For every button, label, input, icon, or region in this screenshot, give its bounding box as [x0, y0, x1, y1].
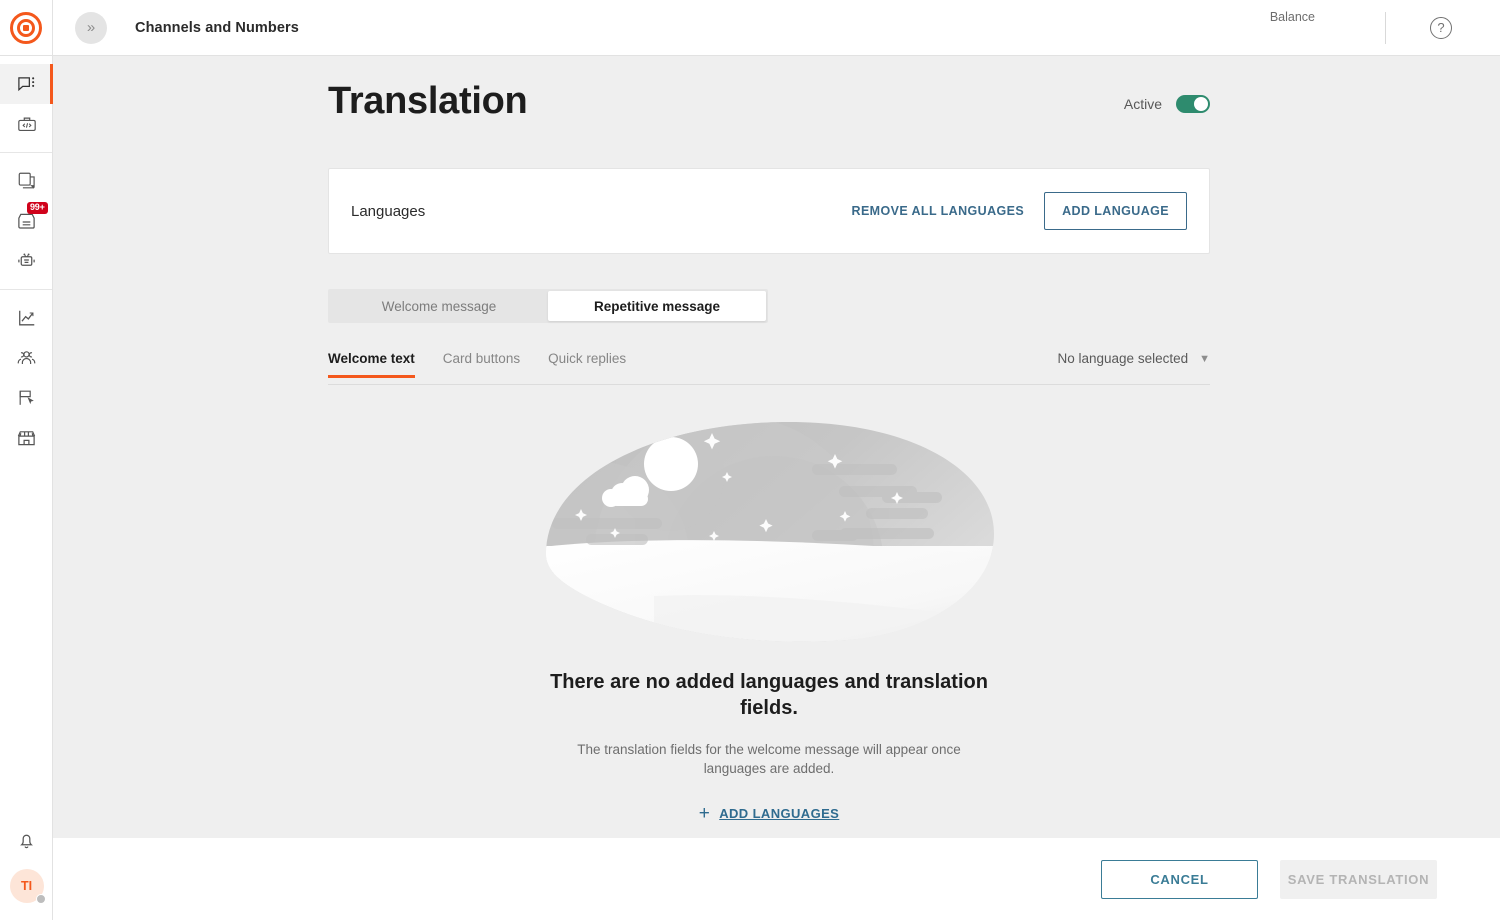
- segment-welcome-message[interactable]: Welcome message: [330, 291, 548, 321]
- main-content: Translation Active Languages REMOVE ALL …: [53, 56, 1500, 838]
- cancel-button[interactable]: CANCEL: [1101, 860, 1258, 899]
- inbox-tray-icon: [16, 211, 37, 231]
- message-type-segmented-control: Welcome message Repetitive message: [328, 289, 768, 323]
- sidebar: 99+: [0, 56, 53, 920]
- tab-card-buttons[interactable]: Card buttons: [429, 351, 534, 377]
- avatar[interactable]: TI: [0, 860, 53, 912]
- notification-bell-icon[interactable]: [0, 820, 53, 860]
- sidebar-group-1: [0, 56, 52, 152]
- add-languages-label: ADD LANGUAGES: [719, 806, 839, 821]
- sidebar-item-analytics[interactable]: [0, 298, 53, 338]
- sidebar-bottom: TI: [0, 820, 53, 912]
- top-bar-right: Balance ?: [1270, 0, 1500, 55]
- content-tabs: Welcome text Card buttons Quick replies …: [328, 351, 1210, 385]
- presence-dot: [36, 894, 46, 904]
- code-briefcase-icon: [17, 115, 37, 134]
- active-toggle[interactable]: [1176, 95, 1210, 113]
- languages-card-title: Languages: [351, 203, 425, 220]
- night-sky-moon-stars-illustration: [534, 406, 1004, 646]
- footer-bar: CANCEL SAVE TRANSLATION: [53, 838, 1500, 920]
- segment-repetitive-message[interactable]: Repetitive message: [548, 291, 766, 321]
- save-translation-button: SAVE TRANSLATION: [1280, 860, 1437, 899]
- chat-icon: [17, 75, 36, 94]
- top-bar: » Channels and Numbers Balance ?: [0, 0, 1500, 56]
- page-header: Translation Active: [328, 80, 1210, 123]
- question-mark-icon[interactable]: ?: [1430, 17, 1452, 39]
- people-group-icon: [16, 349, 37, 368]
- robot-icon: [16, 251, 37, 271]
- add-languages-link[interactable]: + ADD LANGUAGES: [699, 804, 840, 823]
- sidebar-group-2: 99+: [0, 152, 52, 289]
- analytics-chart-icon: [17, 308, 37, 328]
- sidebar-item-bots[interactable]: [0, 241, 53, 281]
- remove-all-languages-button[interactable]: REMOVE ALL LANGUAGES: [852, 204, 1025, 218]
- page-title: Translation: [328, 80, 527, 123]
- double-chevron-right-icon[interactable]: »: [75, 12, 107, 44]
- languages-card-actions: REMOVE ALL LANGUAGES ADD LANGUAGE: [852, 192, 1187, 230]
- languages-card: Languages REMOVE ALL LANGUAGES ADD LANGU…: [328, 168, 1210, 254]
- breadcrumb: Channels and Numbers: [135, 20, 299, 36]
- empty-state-title: There are no added languages and transla…: [544, 669, 994, 722]
- balance-label[interactable]: Balance: [1270, 10, 1315, 46]
- sidebar-item-templates[interactable]: [0, 161, 53, 201]
- sidebar-group-3: [0, 289, 52, 466]
- copy-pages-icon: [17, 171, 37, 191]
- add-language-button[interactable]: ADD LANGUAGE: [1044, 192, 1187, 230]
- flag-cursor-icon: [17, 388, 37, 408]
- language-select-value: No language selected: [1058, 351, 1189, 366]
- storefront-icon: [16, 428, 37, 448]
- active-toggle-label: Active: [1124, 96, 1162, 112]
- app-root: » Channels and Numbers Balance ?: [0, 0, 1500, 920]
- sidebar-item-developer[interactable]: [0, 104, 53, 144]
- empty-state-subtitle: The translation fields for the welcome m…: [559, 740, 979, 778]
- active-toggle-group: Active: [1124, 95, 1210, 123]
- sidebar-item-inbox[interactable]: 99+: [0, 201, 53, 241]
- sidebar-item-campaigns[interactable]: [0, 378, 53, 418]
- divider: [1385, 12, 1386, 44]
- sidebar-item-conversations[interactable]: [0, 64, 53, 104]
- empty-state: There are no added languages and transla…: [328, 406, 1210, 824]
- app-logo[interactable]: [0, 0, 53, 55]
- sidebar-item-marketplace[interactable]: [0, 418, 53, 458]
- target-logo-icon: [10, 12, 42, 44]
- notification-badge: 99+: [27, 202, 48, 214]
- sidebar-item-contacts[interactable]: [0, 338, 53, 378]
- tab-quick-replies[interactable]: Quick replies: [534, 351, 640, 377]
- tab-welcome-text[interactable]: Welcome text: [328, 351, 429, 377]
- plus-icon: +: [699, 804, 711, 823]
- language-select-dropdown[interactable]: No language selected ▼: [1058, 351, 1211, 377]
- chevron-down-icon: ▼: [1199, 353, 1210, 365]
